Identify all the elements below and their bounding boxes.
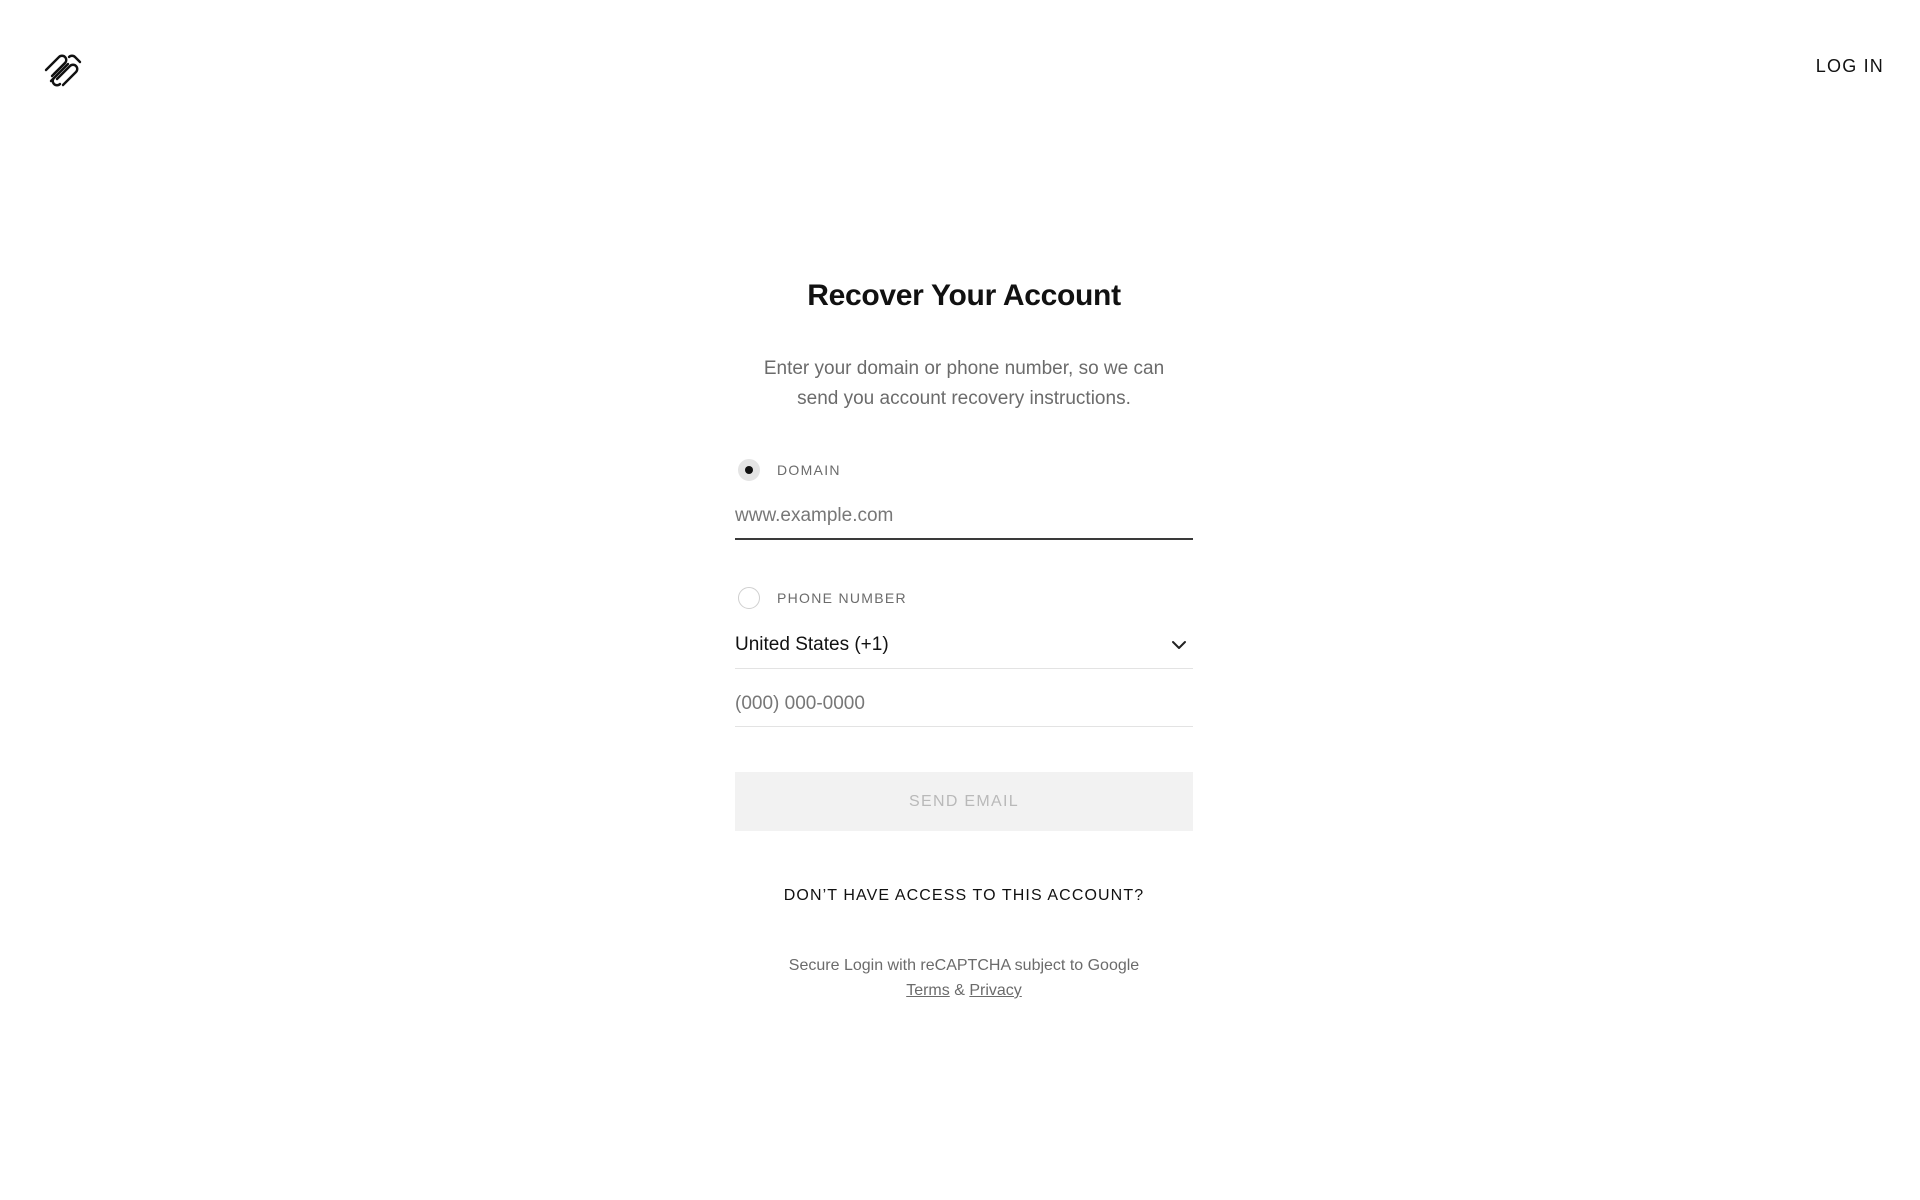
privacy-link[interactable]: Privacy: [969, 982, 1021, 999]
page-title: Recover Your Account: [807, 279, 1121, 312]
domain-radio[interactable]: [738, 459, 760, 481]
country-code-select[interactable]: United States (+1): [735, 622, 1193, 669]
ampersand: &: [954, 982, 965, 999]
domain-label: DOMAIN: [777, 462, 841, 478]
recaptcha-text: Secure Login with reCAPTCHA subject to G…: [788, 957, 1140, 974]
terms-link[interactable]: Terms: [906, 982, 950, 999]
squarespace-logo-icon[interactable]: [42, 50, 84, 88]
send-email-button[interactable]: SEND EMAIL: [735, 772, 1193, 831]
recover-account-form: Recover Your Account Enter your domain o…: [735, 270, 1193, 1003]
recaptcha-notice: Secure Login with reCAPTCHA subject to G…: [735, 953, 1193, 1003]
no-access-link[interactable]: DON’T HAVE ACCESS TO THIS ACCOUNT?: [735, 887, 1193, 905]
subtitle-line-1: Enter your domain or phone number, so we…: [763, 358, 1165, 379]
phone-number-label: PHONE NUMBER: [777, 590, 907, 606]
recover-account-page: LOG IN Recover Your Account Enter your d…: [0, 0, 1920, 1200]
subtitle-line-2: send you account recovery instructions.: [797, 388, 1131, 409]
recaptcha-links: Terms & Privacy: [735, 978, 1193, 1003]
chevron-down-icon: [1171, 640, 1187, 650]
login-link[interactable]: LOG IN: [1816, 56, 1884, 77]
domain-input[interactable]: [735, 494, 1193, 540]
country-code-value: United States (+1): [735, 634, 889, 655]
phone-number-radio[interactable]: [738, 587, 760, 609]
domain-option[interactable]: DOMAIN: [735, 456, 1193, 484]
phone-number-input[interactable]: [735, 681, 1193, 727]
phone-number-option[interactable]: PHONE NUMBER: [735, 584, 1193, 612]
page-subtitle: Enter your domain or phone number, so we…: [735, 354, 1193, 414]
